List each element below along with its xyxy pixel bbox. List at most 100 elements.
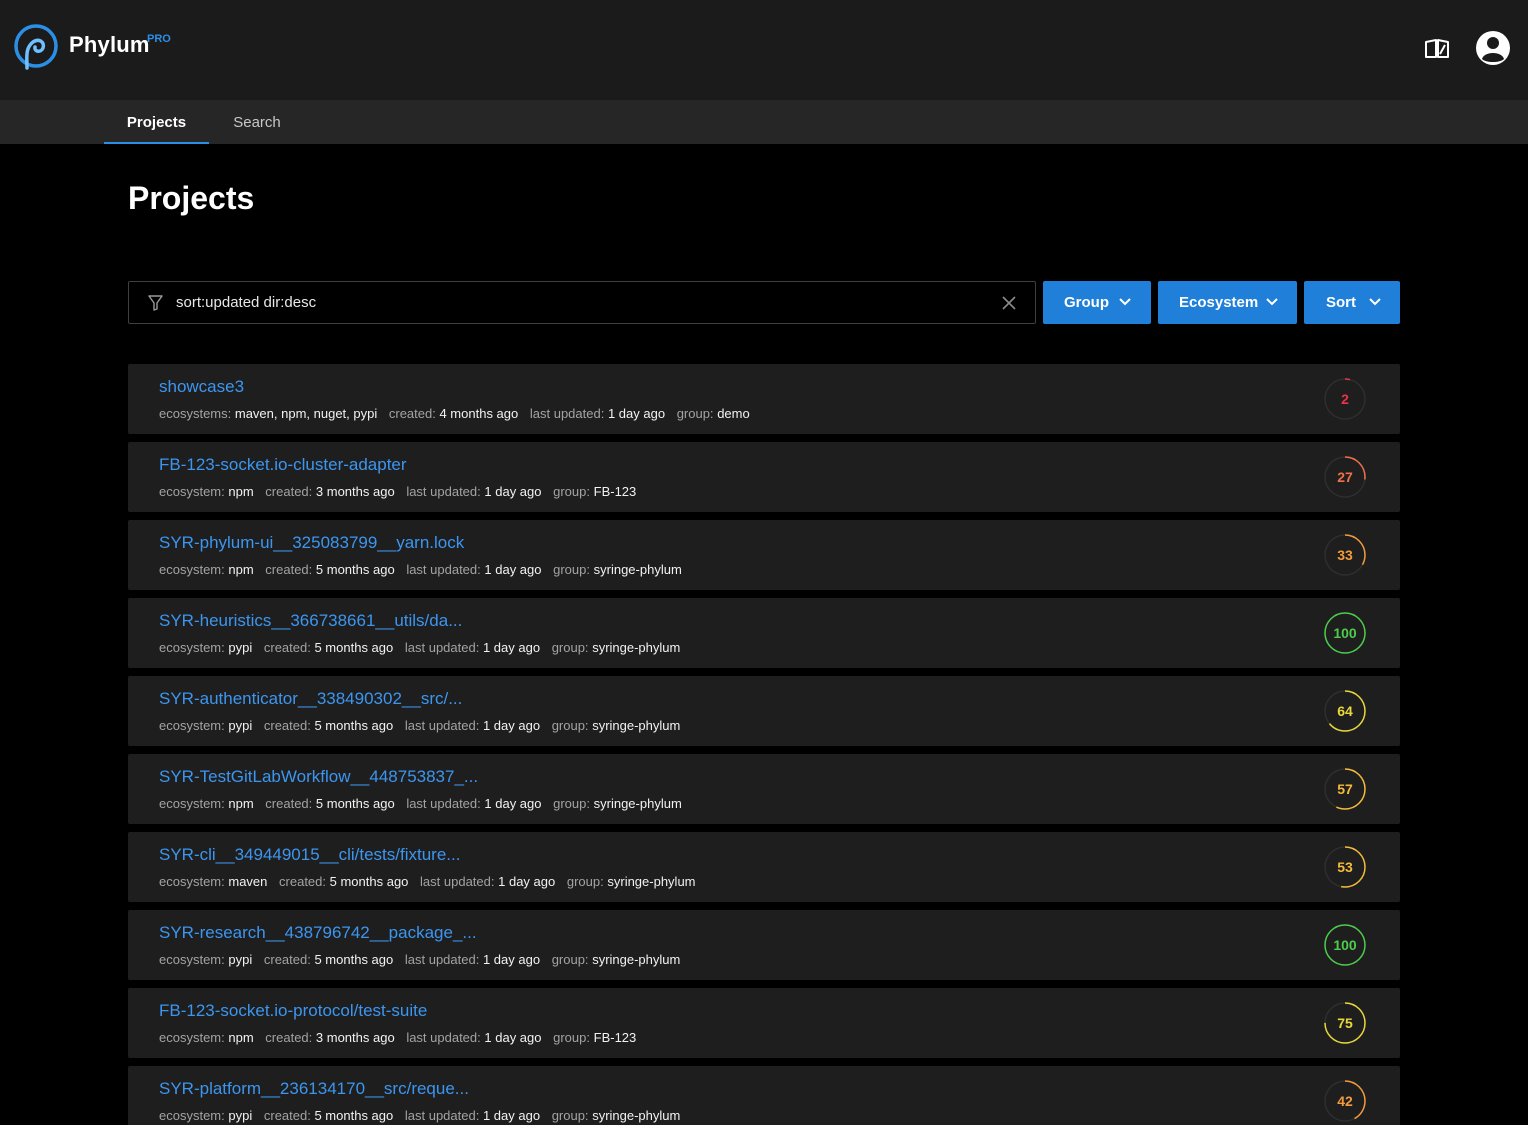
created-value: 5 months ago bbox=[314, 952, 394, 967]
ecosystem-key: ecosystem: bbox=[159, 796, 225, 811]
account-icon[interactable] bbox=[1475, 30, 1511, 66]
project-name-link[interactable]: SYR-research__438796742__package_... bbox=[159, 923, 477, 943]
project-meta: ecosystem: npm created: 3 months ago las… bbox=[159, 484, 644, 499]
group-key: group: bbox=[553, 796, 590, 811]
group-key: group: bbox=[551, 718, 589, 733]
score-badge: 2 bbox=[1324, 378, 1366, 420]
score-value: 100 bbox=[1333, 937, 1357, 953]
updated-value: 1 day ago bbox=[482, 1108, 541, 1123]
score-badge: 57 bbox=[1324, 768, 1366, 810]
project-row[interactable]: FB-123-socket.io-protocol/test-suite eco… bbox=[128, 988, 1400, 1058]
ecosystem-value: pypi bbox=[228, 1108, 253, 1123]
project-name-link[interactable]: SYR-TestGitLabWorkflow__448753837_... bbox=[159, 767, 478, 787]
group-dropdown-button[interactable]: Group bbox=[1043, 281, 1151, 324]
group-value: syringe-phylum bbox=[592, 640, 681, 655]
created-key: created: bbox=[388, 406, 436, 421]
ecosystem-value: npm bbox=[228, 1030, 254, 1045]
tab-projects[interactable]: Projects bbox=[104, 100, 209, 144]
score-badge: 75 bbox=[1324, 1002, 1366, 1044]
documentation-icon[interactable] bbox=[1424, 37, 1450, 59]
group-key: group: bbox=[566, 874, 604, 889]
project-name-link[interactable]: SYR-phylum-ui__325083799__yarn.lock bbox=[159, 533, 464, 553]
updated-value: 1 day ago bbox=[484, 796, 542, 811]
ecosystem-key: ecosystems: bbox=[159, 406, 232, 421]
created-value: 5 months ago bbox=[329, 874, 409, 889]
ecosystem-dropdown-button[interactable]: Ecosystem bbox=[1158, 281, 1297, 324]
updated-value: 1 day ago bbox=[484, 562, 542, 577]
created-value: 5 months ago bbox=[314, 640, 394, 655]
project-list: showcase3 ecosystems: maven, npm, nuget,… bbox=[128, 364, 1400, 1125]
updated-value: 1 day ago bbox=[607, 406, 666, 421]
tab-search[interactable]: Search bbox=[214, 100, 300, 144]
project-row[interactable]: SYR-authenticator__338490302__src/... ec… bbox=[128, 676, 1400, 746]
close-icon[interactable] bbox=[1002, 296, 1016, 310]
project-name-link[interactable]: showcase3 bbox=[159, 377, 244, 397]
project-row[interactable]: SYR-heuristics__366738661__utils/da... e… bbox=[128, 598, 1400, 668]
project-row[interactable]: SYR-platform__236134170__src/reque... ec… bbox=[128, 1066, 1400, 1125]
score-badge: 64 bbox=[1324, 690, 1366, 732]
project-meta: ecosystem: npm created: 5 months ago las… bbox=[159, 796, 690, 811]
score-value: 75 bbox=[1337, 1015, 1353, 1031]
updated-value: 1 day ago bbox=[484, 1030, 542, 1045]
ecosystem-value: npm bbox=[228, 796, 254, 811]
score-value: 64 bbox=[1337, 703, 1353, 719]
score-value: 42 bbox=[1337, 1093, 1353, 1109]
filter-input[interactable] bbox=[176, 283, 976, 322]
project-name-link[interactable]: SYR-cli__349449015__cli/tests/fixture... bbox=[159, 845, 460, 865]
top-bar: Phylum PRO bbox=[0, 0, 1528, 100]
project-meta: ecosystem: npm created: 5 months ago las… bbox=[159, 562, 690, 577]
project-row[interactable]: SYR-research__438796742__package_... eco… bbox=[128, 910, 1400, 980]
project-name-link[interactable]: FB-123-socket.io-cluster-adapter bbox=[159, 455, 407, 475]
updated-key: last updated: bbox=[406, 562, 481, 577]
group-value: syringe-phylum bbox=[593, 796, 682, 811]
phylum-logo-icon[interactable] bbox=[13, 22, 61, 74]
project-row[interactable]: FB-123-socket.io-cluster-adapter ecosyst… bbox=[128, 442, 1400, 512]
created-value: 4 months ago bbox=[439, 406, 519, 421]
sort-dropdown-button[interactable]: Sort bbox=[1304, 281, 1400, 324]
brand-name[interactable]: Phylum bbox=[69, 32, 150, 58]
group-value: syringe-phylum bbox=[592, 952, 681, 967]
project-meta: ecosystem: pypi created: 5 months ago la… bbox=[159, 1108, 688, 1123]
updated-value: 1 day ago bbox=[484, 484, 542, 499]
filter-icon bbox=[148, 295, 163, 311]
project-row[interactable]: showcase3 ecosystems: maven, npm, nuget,… bbox=[128, 364, 1400, 434]
project-row[interactable]: SYR-cli__349449015__cli/tests/fixture...… bbox=[128, 832, 1400, 902]
group-value: FB-123 bbox=[593, 484, 637, 499]
nav-bar: Projects Search bbox=[0, 100, 1528, 144]
group-value: syringe-phylum bbox=[607, 874, 696, 889]
group-key: group: bbox=[551, 1108, 589, 1123]
project-row[interactable]: SYR-phylum-ui__325083799__yarn.lock ecos… bbox=[128, 520, 1400, 590]
created-key: created: bbox=[263, 1108, 311, 1123]
filter-bar bbox=[128, 281, 1036, 324]
project-name-link[interactable]: FB-123-socket.io-protocol/test-suite bbox=[159, 1001, 427, 1021]
updated-value: 1 day ago bbox=[482, 952, 541, 967]
group-key: group: bbox=[553, 562, 590, 577]
ecosystem-button-label: Ecosystem bbox=[1179, 294, 1259, 311]
group-key: group: bbox=[553, 484, 590, 499]
created-value: 3 months ago bbox=[315, 1030, 395, 1045]
ecosystem-key: ecosystem: bbox=[159, 1108, 225, 1123]
project-meta: ecosystem: npm created: 3 months ago las… bbox=[159, 1030, 644, 1045]
group-key: group: bbox=[551, 952, 589, 967]
project-name-link[interactable]: SYR-authenticator__338490302__src/... bbox=[159, 689, 462, 709]
group-button-label: Group bbox=[1064, 294, 1109, 311]
created-key: created: bbox=[279, 874, 327, 889]
created-value: 5 months ago bbox=[315, 562, 395, 577]
ecosystem-value: maven bbox=[228, 874, 268, 889]
ecosystem-value: npm bbox=[228, 484, 254, 499]
project-name-link[interactable]: SYR-platform__236134170__src/reque... bbox=[159, 1079, 469, 1099]
ecosystem-key: ecosystem: bbox=[159, 484, 225, 499]
score-value: 27 bbox=[1337, 469, 1353, 485]
created-key: created: bbox=[263, 718, 311, 733]
project-name-link[interactable]: SYR-heuristics__366738661__utils/da... bbox=[159, 611, 462, 631]
project-row[interactable]: SYR-TestGitLabWorkflow__448753837_... ec… bbox=[128, 754, 1400, 824]
group-key: group: bbox=[676, 406, 714, 421]
score-value: 57 bbox=[1337, 781, 1353, 797]
brand-badge: PRO bbox=[147, 33, 171, 45]
group-value: syringe-phylum bbox=[592, 718, 681, 733]
project-meta: ecosystems: maven, npm, nuget, pypi crea… bbox=[159, 406, 758, 421]
ecosystem-key: ecosystem: bbox=[159, 718, 225, 733]
project-meta: ecosystem: maven created: 5 months ago l… bbox=[159, 874, 704, 889]
group-value: FB-123 bbox=[593, 1030, 637, 1045]
updated-key: last updated: bbox=[404, 1108, 480, 1123]
